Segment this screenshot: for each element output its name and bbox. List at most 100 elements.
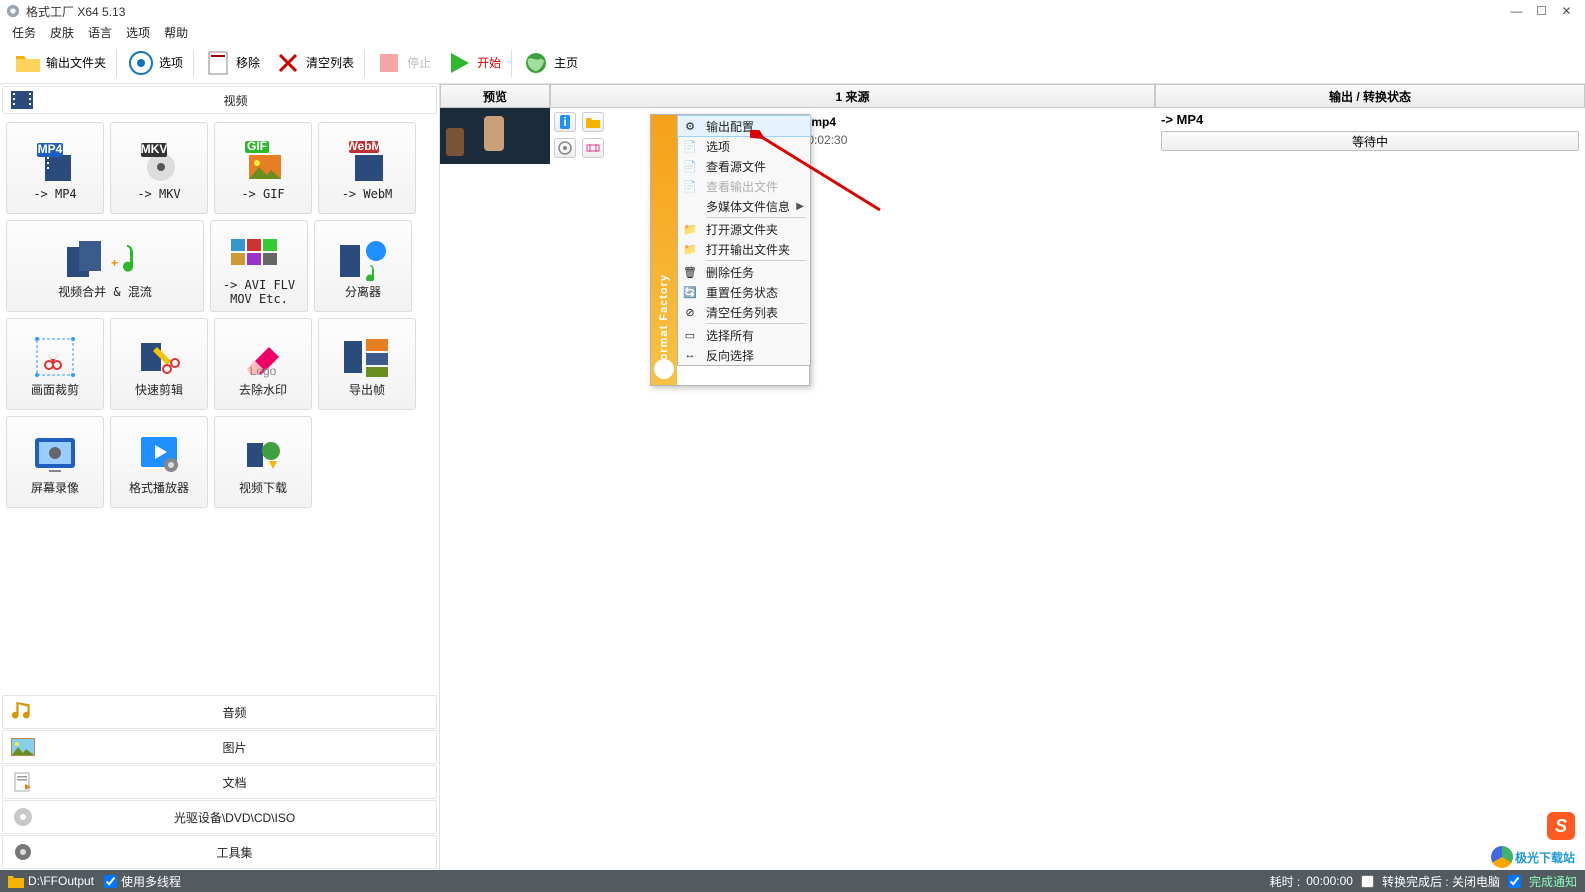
frames-icon: [342, 331, 392, 383]
tile-avi[interactable]: -> AVI FLV MOV Etc.: [210, 220, 308, 312]
tile-split[interactable]: 分离器: [314, 220, 412, 312]
submenu-arrow-icon: ▶: [796, 201, 804, 212]
menu-item-label: 删除任务: [706, 264, 754, 281]
tile-crop[interactable]: 画面裁剪: [6, 318, 104, 410]
tile-frames[interactable]: 导出帧: [318, 318, 416, 410]
menu-item-icon: 🗑: [682, 264, 698, 280]
ctx-输出配置[interactable]: ⚙输出配置: [678, 116, 810, 136]
ctx-重置任务状态[interactable]: 🔄重置任务状态: [678, 282, 810, 302]
output-folder-button[interactable]: 输出文件夹: [8, 47, 112, 79]
category-image-label: 图片: [41, 739, 428, 756]
film-icon: [11, 91, 33, 109]
category-document[interactable]: 文档: [2, 765, 437, 799]
merge-icon: +: [65, 233, 145, 285]
tile-label: 分离器: [345, 285, 381, 299]
menu-item-label: 查看源文件: [706, 158, 766, 175]
folder-icon: [14, 49, 42, 77]
category-video-header[interactable]: 视频: [2, 86, 437, 114]
output-folder-label: 输出文件夹: [46, 54, 106, 71]
separator: [193, 49, 194, 77]
col-source[interactable]: 1 来源: [550, 84, 1155, 108]
menu-item-icon: ⊘: [682, 304, 698, 320]
col-preview[interactable]: 预览: [440, 84, 550, 108]
tile-player[interactable]: 格式播放器: [110, 416, 208, 508]
notify-checkbox[interactable]: [1508, 875, 1521, 888]
tile-label: 导出帧: [349, 383, 385, 397]
info-button[interactable]: i: [554, 112, 576, 132]
site-watermark-text: 极光下载站: [1515, 849, 1575, 866]
ctx-清空任务列表[interactable]: ⊘清空任务列表: [678, 302, 810, 322]
start-button[interactable]: 开始: [439, 47, 507, 79]
tile-eraser[interactable]: Logo去除水印: [214, 318, 312, 410]
ctx-多媒体文件信息[interactable]: 多媒体文件信息 ▶: [678, 196, 810, 216]
ctx-查看源文件[interactable]: 📄查看源文件: [678, 156, 810, 176]
separator: [364, 49, 365, 77]
ctx-打开源文件夹[interactable]: 📁打开源文件夹: [678, 219, 810, 239]
separator: [116, 49, 117, 77]
task-thumbnail[interactable]: [440, 108, 550, 164]
category-disc[interactable]: 光驱设备\DVD\CD\ISO: [2, 800, 437, 834]
tile-mkv[interactable]: MKV-> MKV: [110, 122, 208, 214]
output-path[interactable]: D:\FFOutput: [28, 874, 94, 888]
folder-button[interactable]: [582, 112, 604, 132]
remove-button[interactable]: 移除: [198, 47, 266, 79]
toolbar: 输出文件夹 选项 移除 清空列表 停止 开始 主页: [0, 42, 1585, 84]
home-button[interactable]: 主页: [516, 47, 584, 79]
option-label: 选项: [159, 54, 183, 71]
category-image[interactable]: 图片: [2, 730, 437, 764]
shutdown-checkbox[interactable]: [1361, 875, 1374, 888]
ctx-选择所有[interactable]: ▭选择所有: [678, 325, 810, 345]
menu-item-label: 多媒体文件信息: [706, 198, 790, 215]
clear-button[interactable]: 清空列表: [268, 47, 360, 79]
category-audio[interactable]: 音频: [2, 695, 437, 729]
tile-record[interactable]: 屏幕录像: [6, 416, 104, 508]
context-menu: Format Factory ⚙输出配置📄选项📄查看源文件📄查看输出文件多媒体文…: [650, 114, 810, 386]
menu-option[interactable]: 选项: [126, 24, 150, 41]
category-tools-label: 工具集: [41, 844, 428, 861]
ctx-查看输出文件: 📄查看输出文件: [678, 176, 810, 196]
app-icon: [6, 4, 20, 18]
ctx-选项[interactable]: 📄选项: [678, 136, 810, 156]
disc-icon: [11, 807, 35, 827]
menu-separator: [706, 217, 806, 218]
range-button[interactable]: [582, 138, 604, 158]
col-status[interactable]: 输出 / 转换状态: [1155, 84, 1585, 108]
minimize-button[interactable]: —: [1504, 4, 1529, 18]
task-row[interactable]: i -1-30032.mp4 9Kbps, 00:02:30 -> MP4 等待…: [440, 108, 1585, 164]
menu-help[interactable]: 帮助: [164, 24, 188, 41]
settings-button[interactable]: [554, 138, 576, 158]
category-video-label: 视频: [43, 92, 428, 109]
multithread-checkbox[interactable]: [104, 875, 117, 888]
close-button[interactable]: ✕: [1554, 4, 1579, 18]
menu-skin[interactable]: 皮肤: [50, 24, 74, 41]
menu-lang[interactable]: 语言: [88, 24, 112, 41]
tile-gif[interactable]: GIF-> GIF: [214, 122, 312, 214]
play-icon: [445, 49, 473, 77]
ctx-反向选择[interactable]: ↔反向选择: [678, 345, 810, 365]
ctx-打开输出文件夹[interactable]: 📁打开输出文件夹: [678, 239, 810, 259]
stop-button[interactable]: 停止: [369, 47, 437, 79]
tile-download[interactable]: 视频下载: [214, 416, 312, 508]
maximize-button[interactable]: ☐: [1529, 4, 1554, 18]
context-brand-text: Format Factory: [658, 274, 670, 368]
tile-cut[interactable]: 快速剪辑: [110, 318, 208, 410]
context-menu-list: ⚙输出配置📄选项📄查看源文件📄查看输出文件多媒体文件信息 ▶ 📁打开源文件夹📁打开输…: [677, 115, 811, 366]
download-icon: [241, 429, 285, 481]
ctx-删除任务[interactable]: 🗑 删除任务: [678, 262, 810, 282]
clear-icon: [274, 49, 302, 77]
category-tools[interactable]: 工具集: [2, 835, 437, 869]
tile-label: -> AVI FLV MOV Etc.: [223, 278, 295, 307]
tile-label: 快速剪辑: [135, 383, 183, 397]
tile-webm[interactable]: WebM-> WebM: [318, 122, 416, 214]
option-button[interactable]: 选项: [121, 47, 189, 79]
menu-item-icon: ↔: [682, 347, 698, 363]
tile-mp4[interactable]: MP4-> MP4: [6, 122, 104, 214]
tile-merge[interactable]: +视频合并 & 混流: [6, 220, 204, 312]
menu-item-label: 选项: [706, 138, 730, 155]
svg-text:MKV: MKV: [141, 142, 168, 156]
menu-task[interactable]: 任务: [12, 24, 36, 41]
category-disc-label: 光驱设备\DVD\CD\ISO: [41, 809, 428, 826]
menu-item-icon: 🔄: [682, 284, 698, 300]
folder-icon: [8, 874, 24, 888]
task-status-text: 等待中: [1352, 133, 1388, 150]
